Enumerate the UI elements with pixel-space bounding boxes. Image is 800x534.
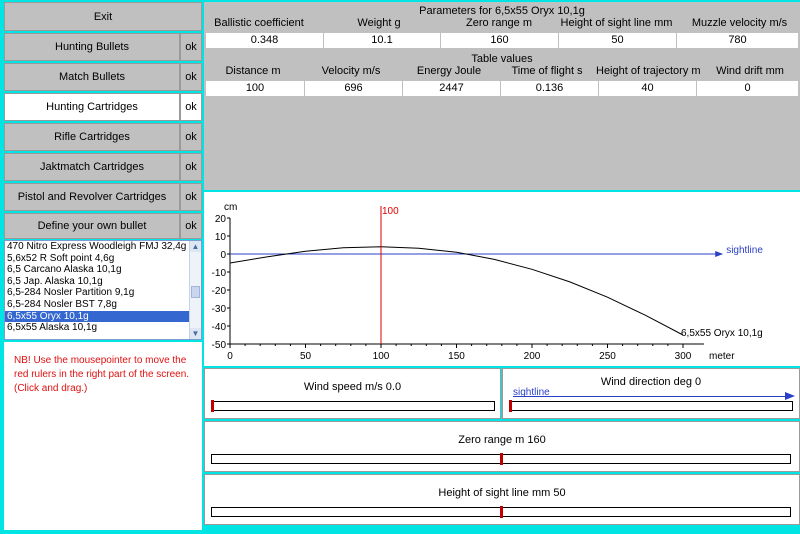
x-tick-label: 100 bbox=[373, 351, 390, 362]
table-value: 696 bbox=[305, 81, 403, 96]
wind-direction-ruler[interactable] bbox=[509, 400, 512, 412]
ok-button-define-own-bullet[interactable]: ok bbox=[180, 213, 202, 239]
ok-button-match-bullets[interactable]: ok bbox=[180, 63, 202, 91]
param-value: 160 bbox=[441, 33, 559, 48]
param-value: 780 bbox=[677, 33, 799, 48]
ok-button-hunting-cartridges[interactable]: ok bbox=[180, 93, 202, 121]
table-title: Table values bbox=[471, 53, 533, 65]
nav-define-own-bullet[interactable]: Define your own bullet bbox=[4, 213, 180, 239]
table-value: 0 bbox=[697, 81, 799, 96]
scroll-thumb[interactable] bbox=[191, 286, 200, 298]
nav-jaktmatch-cartridges[interactable]: Jaktmatch Cartridges bbox=[4, 153, 180, 181]
param-header: Muzzle velocity m/s bbox=[691, 17, 788, 29]
param-header: Weight g bbox=[357, 17, 401, 29]
param-value: 50 bbox=[559, 33, 677, 48]
x-tick-label: 150 bbox=[448, 351, 465, 362]
x-axis-label: meter bbox=[709, 351, 735, 362]
parameters-title: Parameters for 6,5x55 Oryx 10,1g bbox=[419, 5, 585, 17]
x-tick-label: 0 bbox=[227, 351, 233, 362]
y-tick-label: -10 bbox=[212, 268, 227, 279]
sight-height-label: Height of sight line mm 50 bbox=[438, 487, 566, 499]
x-tick-label: 50 bbox=[300, 351, 312, 362]
trajectory-chart: cm meter 20 10 0 -10 -20 -30 -40 -50 0 50 100 150 2… bbox=[204, 192, 800, 366]
list-item[interactable]: 6,5x55 Alaska 10,1g bbox=[5, 322, 201, 334]
param-value: 0.348 bbox=[206, 33, 324, 48]
zero-range-panel: Zero range m 160 bbox=[204, 421, 800, 472]
wind-direction-slider[interactable] bbox=[509, 401, 793, 411]
table-header: Time of flight s bbox=[511, 65, 583, 77]
nav-hunting-bullets[interactable]: Hunting Bullets bbox=[4, 33, 180, 61]
list-item[interactable]: 6,5 Jap. Alaska 10,1g bbox=[5, 276, 201, 288]
usage-note: NB! Use the mousepointer to move the red… bbox=[4, 342, 202, 530]
y-tick-label: -30 bbox=[212, 304, 227, 315]
table-value: 0.136 bbox=[501, 81, 599, 96]
y-tick-label: -20 bbox=[212, 286, 227, 297]
wind-direction-arrow-icon bbox=[785, 392, 795, 400]
list-item[interactable]: 5,6x52 R Soft point 4,6g bbox=[5, 253, 201, 265]
wind-direction-panel: Wind direction deg 0 sightline bbox=[502, 368, 800, 419]
param-value: 10.1 bbox=[324, 33, 441, 48]
scroll-down-icon[interactable]: ▼ bbox=[190, 328, 201, 339]
y-tick-label: 0 bbox=[220, 250, 226, 261]
table-value: 100 bbox=[206, 81, 305, 96]
nav-pistol-revolver-cartridges[interactable]: Pistol and Revolver Cartridges bbox=[4, 183, 180, 211]
y-tick-label: 10 bbox=[215, 232, 227, 243]
wind-speed-label: Wind speed m/s 0.0 bbox=[303, 381, 402, 393]
x-tick-label: 250 bbox=[599, 351, 616, 362]
table-value: 40 bbox=[599, 81, 697, 96]
table-header: Wind drift mm bbox=[716, 65, 784, 77]
sightline-label: sightline bbox=[726, 245, 763, 256]
y-tick-label: -40 bbox=[212, 322, 227, 333]
list-item[interactable]: 470 Nitro Express Woodleigh FMJ 32,4g bbox=[5, 241, 201, 253]
x-tick-label: 200 bbox=[524, 351, 541, 362]
list-item[interactable]: 6,5-284 Nosler BST 7,8g bbox=[5, 299, 201, 311]
cartridge-list[interactable]: 470 Nitro Express Woodleigh FMJ 32,4g 5,… bbox=[4, 240, 202, 340]
series-label: 6,5x55 Oryx 10,1g bbox=[681, 328, 763, 339]
wind-direction-sightline bbox=[513, 396, 789, 397]
wind-speed-panel: Wind speed m/s 0.0 bbox=[204, 368, 501, 419]
y-tick-label: 20 bbox=[215, 214, 227, 225]
ok-button-rifle-cartridges[interactable]: ok bbox=[180, 123, 202, 151]
wind-speed-slider[interactable] bbox=[211, 401, 495, 411]
list-item[interactable]: 6,5 Carcano Alaska 10,1g bbox=[5, 264, 201, 276]
list-item[interactable]: 6,5-284 Nosler Partition 9,1g bbox=[5, 287, 201, 299]
nav-rifle-cartridges[interactable]: Rifle Cartridges bbox=[4, 123, 180, 151]
distance-ruler-label: 100 bbox=[382, 206, 399, 217]
zero-range-ruler[interactable] bbox=[499, 453, 503, 465]
ok-button-pistol-revolver-cartridges[interactable]: ok bbox=[180, 183, 202, 211]
ok-button-jaktmatch-cartridges[interactable]: ok bbox=[180, 153, 202, 181]
scroll-up-icon[interactable]: ▲ bbox=[190, 241, 201, 252]
exit-button[interactable]: Exit bbox=[4, 2, 202, 31]
table-header: Velocity m/s bbox=[321, 65, 381, 77]
param-header: Height of sight line mm bbox=[560, 17, 673, 29]
trajectory-chart-svg: cm meter 20100-10-20-30-40-50 0 50 100 150 2… bbox=[212, 202, 764, 362]
x-tick-label: 300 bbox=[675, 351, 692, 362]
y-axis-label: cm bbox=[224, 202, 237, 213]
ok-button-hunting-bullets[interactable]: ok bbox=[180, 33, 202, 61]
sight-height-panel: Height of sight line mm 50 bbox=[204, 474, 800, 525]
table-value: 2447 bbox=[403, 81, 501, 96]
param-header: Zero range m bbox=[465, 17, 533, 29]
nav-match-bullets[interactable]: Match Bullets bbox=[4, 63, 180, 91]
zero-range-label: Zero range m 160 bbox=[458, 434, 546, 446]
list-scrollbar[interactable]: ▲ ▼ bbox=[189, 241, 201, 339]
param-header: Ballistic coefficient bbox=[214, 17, 304, 29]
list-item-selected[interactable]: 6,5x55 Oryx 10,1g bbox=[5, 310, 201, 323]
wind-speed-ruler[interactable] bbox=[211, 400, 214, 412]
parameters-panel: Parameters for 6,5x55 Oryx 10,1g Ballist… bbox=[204, 2, 800, 190]
nav-hunting-cartridges[interactable]: Hunting Cartridges bbox=[4, 93, 180, 121]
table-header: Height of trajectory mm bbox=[596, 65, 700, 77]
trajectory-line bbox=[229, 246, 684, 336]
table-header: Energy Joule bbox=[416, 65, 482, 77]
sight-height-ruler[interactable] bbox=[499, 506, 503, 518]
table-header: Distance m bbox=[225, 65, 281, 77]
y-tick-label: -50 bbox=[212, 340, 227, 351]
sightline-arrow-icon bbox=[715, 251, 724, 257]
